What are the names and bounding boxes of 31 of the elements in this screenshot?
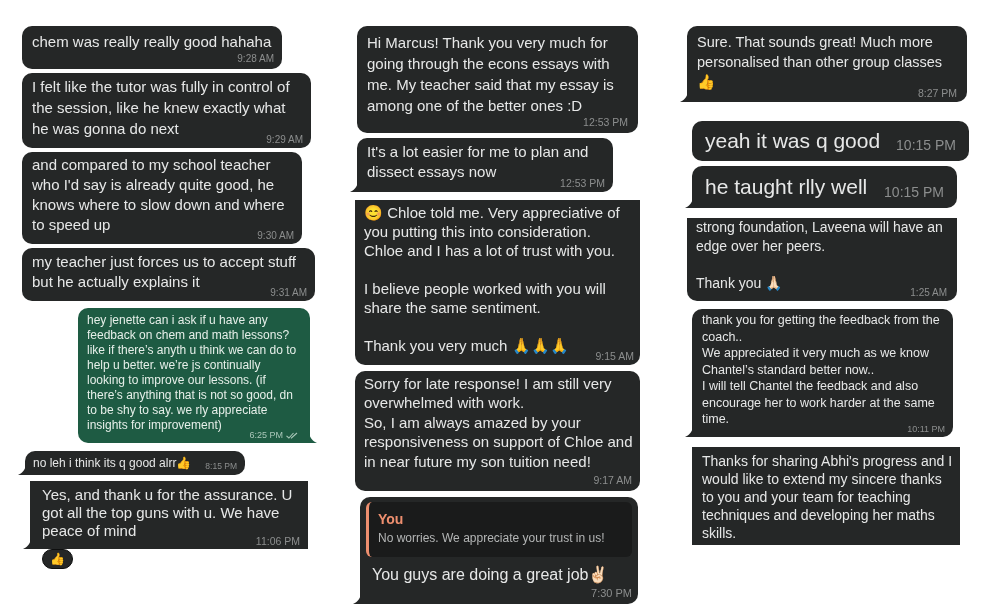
message-text: thank you for getting the feedback from the coach.. We appreciated it very much as we know Chantel’s standard better now.. I will tell Chantel the feedback and also encourage her to work harder at the same time.: [702, 313, 940, 426]
message-time: 9:15 AM: [595, 350, 634, 362]
message-text: Sure. That sounds great! Much more personalised than other group classes 👍: [697, 34, 943, 90]
message-text: yeah it was q good: [705, 129, 881, 152]
message-text: You guys are doing a great job✌🏻: [372, 566, 609, 583]
message-text: Thanks for sharing Abhi's progress and I would like to extend my sincere thanks to you and your team for teaching techniques and developing her maths skills.: [702, 452, 953, 541]
message-time: 7:30 PM: [591, 586, 632, 600]
message-time: 9:29 AM: [266, 135, 303, 145]
message-time: 9:17 AM: [593, 474, 632, 487]
message-time: 8:15 PM: [205, 460, 237, 472]
message-text: no leh i think its q good alrr👍: [33, 456, 192, 470]
message-text: It's a lot easier for me to plan and dissect essays now: [367, 143, 589, 180]
reaction-pill[interactable]: 👍: [42, 548, 73, 569]
message-time: 9:31 AM: [270, 288, 307, 298]
reply-text: No worries. We appreciate your trust in us!: [378, 531, 605, 545]
message-time: 12:53 PM: [583, 116, 628, 129]
reply-author: You: [378, 511, 404, 527]
message-time: 12:53 PM: [560, 178, 605, 189]
message-text: Sorry for late response! I am still very overwhelmed with work. So, I am always amazed by your responsiveness on support of Chloe and in near future my son tuition need!: [364, 374, 633, 470]
message-time: 10:15 PM: [884, 183, 944, 201]
message-text: Hi Marcus! Thank you very much for going through the econs essays with me. My teacher said that my essay is among one of the better ones :D: [367, 34, 614, 114]
message-text: hey jenette can i ask if u have any feedback on chem and math lessons? like if there’s anyth u think we can do to help u better. we’re js continually looking to improve our lessons. (if there’s anything that is not so good, dn to be shy to say. we rly appreciate insights for improvement): [87, 313, 297, 432]
message-text: chem was really really good hahaha: [32, 33, 272, 50]
message-time: 9:30 AM: [257, 231, 294, 241]
message-time: 11:06 PM: [255, 536, 300, 547]
message-time: 6:25 PM: [249, 431, 283, 440]
message-time: 10:15 PM: [896, 136, 956, 154]
message-text: he taught rlly well: [705, 175, 868, 198]
message-time: 9:28 AM: [237, 52, 274, 66]
message-time: 10:11 PM: [907, 424, 945, 434]
message-time: 8:27 PM: [917, 88, 957, 99]
